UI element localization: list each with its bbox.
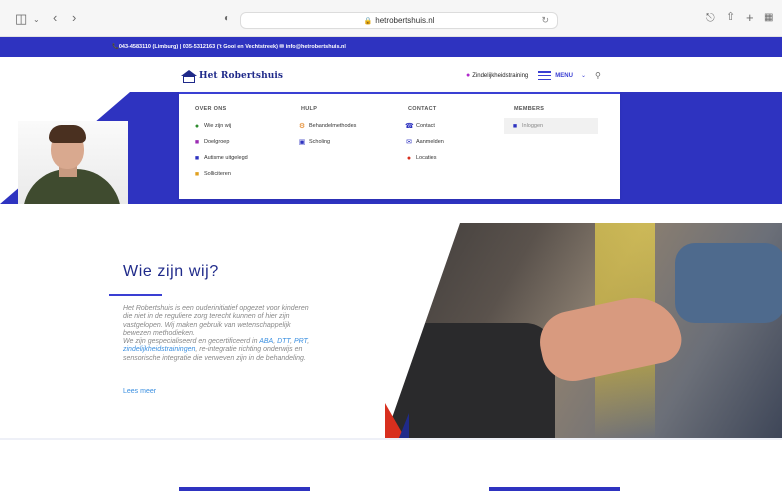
menu-item-scholing[interactable]: ▣ Scholing xyxy=(291,134,356,150)
address-bar[interactable]: 🔒 hetrobertshuis.nl ↻ xyxy=(240,12,558,29)
briefcase-icon: ■ xyxy=(194,170,200,178)
section-divider xyxy=(0,438,782,440)
url-text: hetrobertshuis.nl xyxy=(375,16,435,25)
menu-item-contact[interactable]: ☎ Contact xyxy=(398,118,444,134)
page: ◫ ⌄ ‹ › ◐ 🔒 hetrobertshuis.nl ↻ ⎋ ⇧ + ▦ 📞… xyxy=(0,0,782,491)
chevron-down-icon[interactable]: ⌄ xyxy=(581,72,586,79)
menu-item-solliciteren[interactable]: ■ Solliciteren xyxy=(186,166,248,182)
new-tab-icon[interactable]: + xyxy=(746,11,754,24)
people-icon: ● xyxy=(194,122,200,130)
download-icon[interactable]: ⎋ xyxy=(706,12,715,25)
forward-icon[interactable]: › xyxy=(72,11,76,24)
house-icon xyxy=(181,69,197,83)
book-icon: ■ xyxy=(194,154,200,162)
mail-icon: ✉ xyxy=(406,138,412,146)
contact-bar: 📞043-4583110 (Limburg) | 035-5312163 ('t… xyxy=(0,37,782,57)
menu-column-hulp: HULP ⚙ Behandelmethodes ▣ Scholing xyxy=(299,106,357,150)
lock-icon: ■ xyxy=(512,122,518,130)
target-icon: ■ xyxy=(194,138,200,146)
link-aba[interactable]: ABA xyxy=(259,338,273,345)
menu-button[interactable]: MENU xyxy=(555,73,573,79)
site-header: Het Robertshuis ● Zindelijkheidstraining… xyxy=(0,57,782,92)
menu-item-locaties[interactable]: ● Locaties xyxy=(398,150,444,166)
monitor-icon: ▣ xyxy=(298,138,306,146)
chevron-down-icon[interactable]: ⌄ xyxy=(33,13,40,26)
shield-icon[interactable]: ◐ xyxy=(224,12,230,25)
menu-item-doelgroep[interactable]: ■ Doelgroep xyxy=(186,134,248,150)
menu-item-inloggen[interactable]: ■ Inloggen xyxy=(504,118,598,134)
contact-line[interactable]: 📞043-4583110 (Limburg) | 035-5312163 ('t… xyxy=(112,37,346,57)
link-dtt[interactable]: DTT xyxy=(277,338,290,345)
sidebar-icon[interactable]: ◫ xyxy=(15,12,27,25)
reload-icon[interactable]: ↻ xyxy=(541,13,549,28)
back-icon[interactable]: ‹ xyxy=(53,11,57,24)
menu-heading: OVER ONS xyxy=(195,106,227,112)
phone-icon: ☎ xyxy=(405,122,414,130)
read-more-link[interactable]: Lees meer xyxy=(123,388,156,395)
menu-heading: MEMBERS xyxy=(514,106,545,112)
site-logo[interactable]: Het Robertshuis xyxy=(181,69,283,83)
menu-item-wie-zijn-wij[interactable]: ● Wie zijn wij xyxy=(186,118,248,134)
menu-heading: HULP xyxy=(301,106,318,112)
pin-icon: ● xyxy=(406,154,412,162)
menu-column-contact: CONTACT ☎ Contact ✉ Aanmelden ● Locaties xyxy=(405,106,444,166)
header-nav: ● Zindelijkheidstraining MENU ⌄ ⚲ xyxy=(466,71,601,80)
intro-text: Het Robertshuis is een ouderinitiatief o… xyxy=(123,305,310,362)
share-icon[interactable]: ⇧ xyxy=(726,11,735,24)
teaser-card[interactable] xyxy=(179,487,310,491)
hands-photo xyxy=(385,223,782,438)
tag-icon: ● xyxy=(466,72,471,79)
browser-toolbar: ◫ ⌄ ‹ › ◐ 🔒 hetrobertshuis.nl ↻ ⎋ ⇧ + ▦ xyxy=(0,0,782,37)
lock-icon: 🔒 xyxy=(363,18,373,25)
training-link[interactable]: Zindelijkheidstraining xyxy=(472,73,528,79)
hamburger-icon[interactable] xyxy=(538,71,552,80)
search-icon[interactable]: ⚲ xyxy=(595,71,601,80)
gear-icon: ⚙ xyxy=(298,122,306,130)
title-underline xyxy=(109,294,162,296)
tab-overview-icon[interactable]: ▦ xyxy=(764,11,773,24)
menu-column-over-ons: OVER ONS ● Wie zijn wij ■ Doelgroep ■ Autis… xyxy=(195,106,248,182)
link-zindelijkheidstrainingen[interactable]: zindelijkheidstrainingen xyxy=(123,346,195,353)
mega-menu: OVER ONS ● Wie zijn wij ■ Doelgroep ■ Autis… xyxy=(179,92,620,199)
avatar xyxy=(18,121,128,204)
section-title: Wie zijn wij? xyxy=(123,263,219,280)
teaser-card[interactable] xyxy=(489,487,620,491)
menu-item-aanmelden[interactable]: ✉ Aanmelden xyxy=(398,134,444,150)
link-prt[interactable]: PRT xyxy=(294,338,307,345)
menu-column-members: MEMBERS ■ Inloggen xyxy=(504,106,598,134)
menu-item-behandelmethodes[interactable]: ⚙ Behandelmethodes xyxy=(291,118,357,134)
logo-text: Het Robertshuis xyxy=(199,71,284,81)
menu-heading: CONTACT xyxy=(408,106,437,112)
menu-item-autisme-uitgelegd[interactable]: ■ Autisme uitgelegd xyxy=(186,150,248,166)
intro-paragraph: Het Robertshuis is een ouderinitiatief o… xyxy=(123,305,309,337)
